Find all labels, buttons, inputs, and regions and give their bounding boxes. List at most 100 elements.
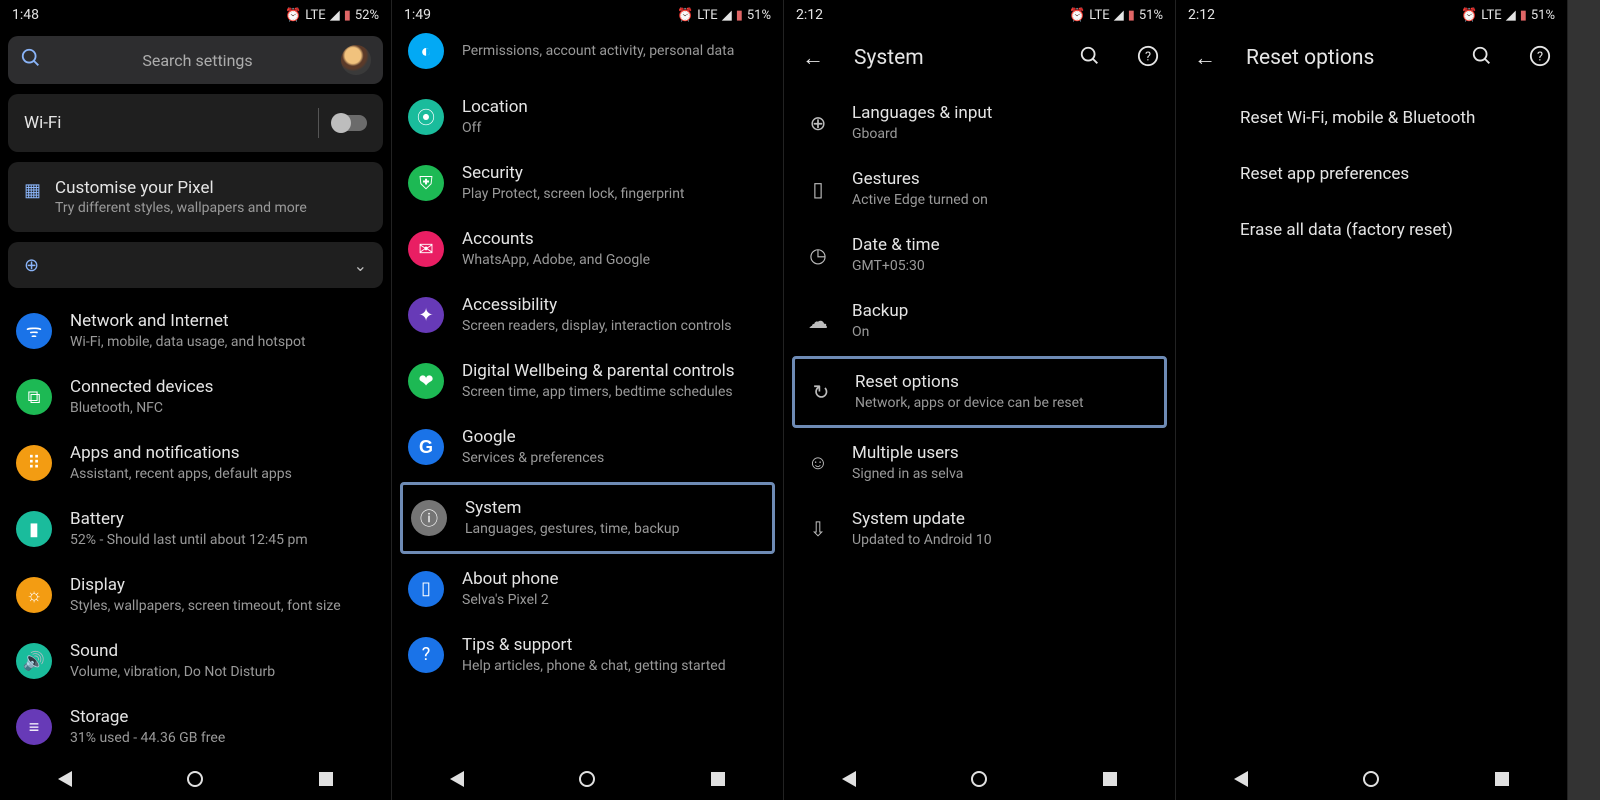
row-backup[interactable]: ☁ Backup On: [792, 288, 1167, 354]
globe-icon: ⊕: [806, 111, 830, 135]
row-about-phone[interactable]: ▯ About phone Selva's Pixel 2: [400, 556, 775, 622]
clock-icon: ◷: [806, 243, 830, 267]
chevron-down-icon: ⌄: [354, 256, 367, 275]
display-icon: ☼: [16, 577, 52, 613]
screen-settings-home: 1:48 ⏰ LTE ◢ ▮ 52% Search settings Wi-Fi…: [0, 0, 392, 800]
privacy-icon: ◐: [408, 33, 444, 69]
search-settings[interactable]: Search settings: [8, 36, 383, 84]
nav-back-button[interactable]: [58, 771, 72, 787]
row-factory-reset[interactable]: Erase all data (factory reset): [1184, 202, 1559, 258]
status-battery: 51%: [1531, 8, 1555, 23]
search-icon[interactable]: [1463, 39, 1501, 78]
about-phone-icon: ▯: [408, 571, 444, 607]
signal-icon: ◢: [1506, 8, 1516, 23]
row-reset-options[interactable]: ↻ Reset options Network, apps or device …: [792, 356, 1167, 428]
help-icon[interactable]: ?: [1521, 39, 1559, 78]
row-privacy-partial[interactable]: ◐ Permissions, account activity, persona…: [400, 30, 775, 84]
battery-row-icon: ▮: [16, 511, 52, 547]
row-multiple-users[interactable]: ☺ Multiple users Signed in as selva: [792, 430, 1167, 496]
nav-recents-button[interactable]: [1495, 772, 1509, 786]
nav-back-button[interactable]: [450, 771, 464, 787]
row-languages-input[interactable]: ⊕ Languages & input Gboard: [792, 90, 1167, 156]
android-nav-bar: [0, 758, 391, 800]
nav-recents-button[interactable]: [711, 772, 725, 786]
accounts-icon: ✉: [408, 231, 444, 267]
row-apps-notifications[interactable]: ⠿ Apps and notifications Assistant, rece…: [8, 430, 383, 496]
help-icon[interactable]: ?: [1129, 39, 1167, 78]
location-icon: ⦿: [408, 99, 444, 135]
battery-icon: ▮: [1520, 8, 1527, 23]
alarm-icon: ⏰: [285, 8, 301, 23]
nav-back-button[interactable]: [842, 771, 856, 787]
status-battery: 51%: [1139, 8, 1163, 23]
row-digital-wellbeing[interactable]: ❤ Digital Wellbeing & parental controls …: [400, 348, 775, 414]
screen-reset-options: 2:12 ⏰ LTE ◢ ▮ 51% ← Reset options ? Res…: [1176, 0, 1568, 800]
cloud-icon: ☁: [806, 309, 830, 333]
row-sound[interactable]: 🔊 Sound Volume, vibration, Do Not Distur…: [8, 628, 383, 694]
search-icon[interactable]: [1071, 39, 1109, 78]
sound-icon: 🔊: [16, 643, 52, 679]
android-nav-bar: [784, 758, 1175, 800]
android-nav-bar: [1176, 758, 1567, 800]
update-icon: ⇩: [806, 517, 830, 541]
row-security[interactable]: ⛨ Security Play Protect, screen lock, fi…: [400, 150, 775, 216]
row-location[interactable]: ⦿ Location Off: [400, 84, 775, 150]
nav-home-button[interactable]: [971, 771, 987, 787]
nav-home-button[interactable]: [1363, 771, 1379, 787]
battery-icon: ▮: [1128, 8, 1135, 23]
alarm-icon: ⏰: [1069, 8, 1085, 23]
alarm-icon: ⏰: [677, 8, 693, 23]
row-connected-devices[interactable]: ⧉ Connected devices Bluetooth, NFC: [8, 364, 383, 430]
wifi-quick-toggle[interactable]: Wi-Fi: [8, 94, 383, 152]
status-time: 2:12: [796, 7, 823, 23]
header: ← Reset options ?: [1176, 30, 1567, 86]
status-net: LTE: [305, 8, 325, 23]
row-battery[interactable]: ▮ Battery 52% - Should last until about …: [8, 496, 383, 562]
row-accounts[interactable]: ✉ Accounts WhatsApp, Adobe, and Google: [400, 216, 775, 282]
status-bar: 2:12 ⏰ LTE ◢ ▮ 51%: [784, 0, 1175, 30]
accessibility-icon: ✦: [408, 297, 444, 333]
battery-suggestion-card[interactable]: ⊕ ⌄: [8, 242, 383, 288]
row-accessibility[interactable]: ✦ Accessibility Screen readers, display,…: [400, 282, 775, 348]
row-network-internet[interactable]: ᯤ Network and Internet Wi-Fi, mobile, da…: [8, 298, 383, 364]
wifi-label: Wi-Fi: [24, 113, 61, 133]
row-system-update[interactable]: ⇩ System update Updated to Android 10: [792, 496, 1167, 562]
back-button[interactable]: ←: [792, 39, 834, 77]
back-button[interactable]: ←: [1184, 39, 1226, 77]
search-icon: [20, 47, 42, 73]
screen-settings-scroll: 1:49 ⏰ LTE ◢ ▮ 51% ◐ Permissions, accoun…: [392, 0, 784, 800]
signal-icon: ◢: [330, 8, 340, 23]
nav-back-button[interactable]: [1234, 771, 1248, 787]
row-google[interactable]: G Google Services & preferences: [400, 414, 775, 480]
row-gestures[interactable]: ▯ Gestures Active Edge turned on: [792, 156, 1167, 222]
page-title: Reset options: [1246, 46, 1443, 70]
profile-avatar[interactable]: [341, 45, 371, 75]
page-title: System: [854, 46, 1051, 70]
row-reset-app-prefs[interactable]: Reset app preferences: [1184, 146, 1559, 202]
wifi-switch[interactable]: [333, 115, 367, 131]
storage-icon: ≡: [16, 709, 52, 745]
nav-recents-button[interactable]: [1103, 772, 1117, 786]
screen-system: 2:12 ⏰ LTE ◢ ▮ 51% ← System ? ⊕ Language…: [784, 0, 1176, 800]
status-battery: 51%: [747, 8, 771, 23]
status-time: 1:48: [12, 7, 39, 23]
system-icon: ⓘ: [411, 500, 447, 536]
row-storage[interactable]: ≡ Storage 31% used - 44.36 GB free: [8, 694, 383, 758]
row-system[interactable]: ⓘ System Languages, gestures, time, back…: [400, 482, 775, 554]
restore-icon: ↻: [809, 380, 833, 404]
customise-pixel-card[interactable]: ▦ Customise your Pixel Try different sty…: [8, 162, 383, 232]
apps-icon: ⠿: [16, 445, 52, 481]
nav-recents-button[interactable]: [319, 772, 333, 786]
status-bar: 1:48 ⏰ LTE ◢ ▮ 52%: [0, 0, 391, 30]
nav-home-button[interactable]: [579, 771, 595, 787]
wifi-icon: ᯤ: [16, 313, 52, 349]
row-tips-support[interactable]: ? Tips & support Help articles, phone & …: [400, 622, 775, 688]
row-display[interactable]: ☼ Display Styles, wallpapers, screen tim…: [8, 562, 383, 628]
nav-home-button[interactable]: [187, 771, 203, 787]
row-reset-network[interactable]: Reset Wi-Fi, mobile & Bluetooth: [1184, 90, 1559, 146]
row-date-time[interactable]: ◷ Date & time GMT+05:30: [792, 222, 1167, 288]
battery-plus-icon: ⊕: [24, 255, 39, 276]
svg-text:?: ?: [1145, 49, 1151, 64]
search-placeholder: Search settings: [54, 51, 341, 70]
status-time: 1:49: [404, 7, 431, 23]
